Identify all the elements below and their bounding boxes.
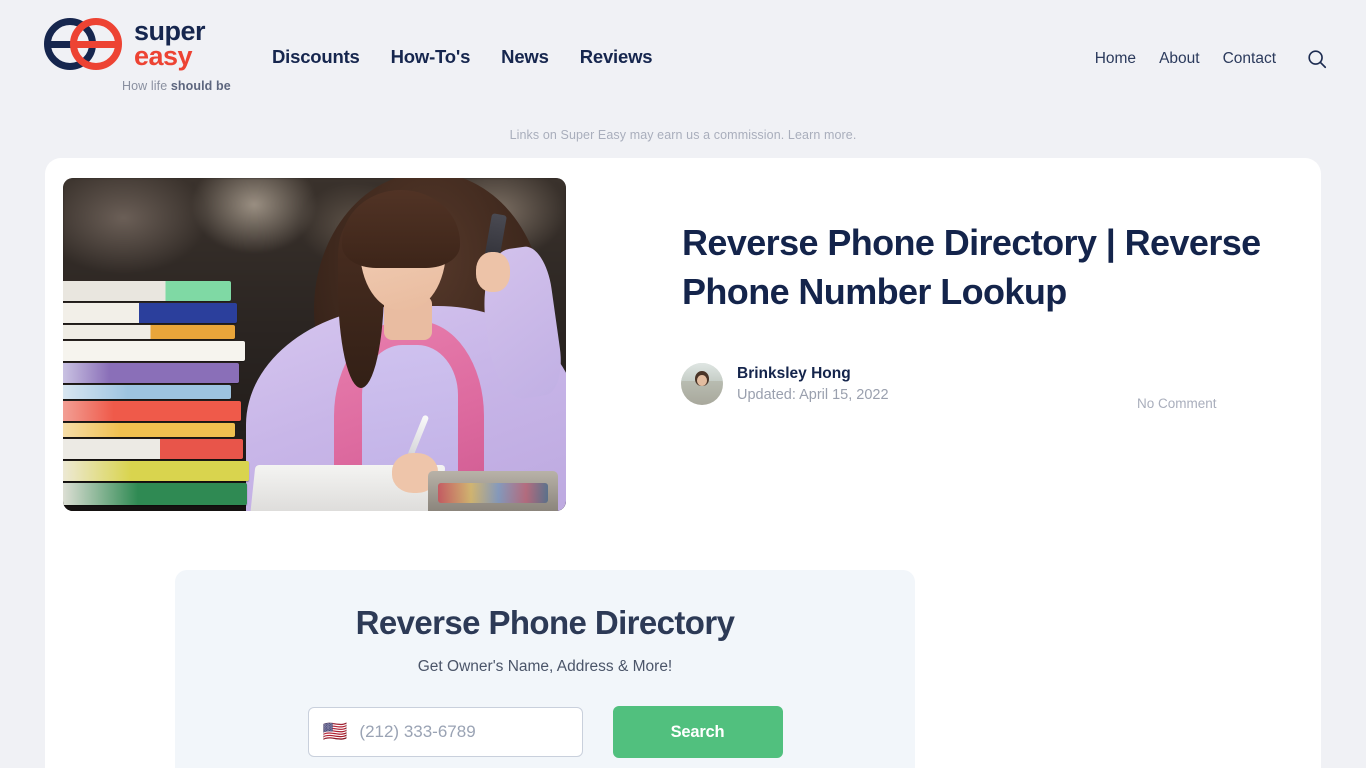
nav-item-reviews[interactable]: Reviews: [580, 46, 653, 68]
panel-subtitle: Get Owner's Name, Address & More!: [417, 658, 673, 675]
us-flag-icon: 🇺🇸: [322, 721, 348, 743]
superassy-logo-icon: [44, 18, 122, 70]
phone-input-wrapper[interactable]: 🇺🇸: [307, 707, 583, 757]
site-header: super easy How life should be Discounts …: [0, 0, 1366, 113]
author-name[interactable]: Brinksley Hong: [737, 365, 889, 383]
nav-item-discounts[interactable]: Discounts: [272, 46, 360, 68]
reverse-phone-search-panel: Reverse Phone Directory Get Owner's Name…: [175, 570, 915, 768]
nav-item-contact[interactable]: Contact: [1223, 50, 1276, 68]
phone-search-form: 🇺🇸 Search: [175, 706, 915, 758]
avatar[interactable]: [681, 363, 723, 405]
comment-count[interactable]: No Comment: [1137, 396, 1217, 411]
search-button[interactable]: Search: [612, 706, 783, 758]
phone-number-input[interactable]: [359, 722, 581, 742]
book-stack: [63, 279, 249, 505]
brand-row: super easy: [44, 18, 304, 70]
brand-tagline: How life should be: [122, 79, 304, 93]
nav-item-news[interactable]: News: [501, 46, 549, 68]
nav-item-home[interactable]: Home: [1095, 50, 1136, 68]
panel-title: Reverse Phone Directory: [355, 604, 735, 641]
logo-e-red-icon: [70, 18, 122, 70]
nav-item-about[interactable]: About: [1159, 50, 1200, 68]
tagline-bold: should be: [170, 79, 231, 93]
affiliate-disclaimer[interactable]: Links on Super Easy may earn us a commis…: [0, 128, 1366, 142]
brand-wordmark: super easy: [134, 18, 206, 71]
article-card: Reverse Phone Directory | Reverse Phone …: [45, 158, 1321, 768]
byline: Brinksley Hong Updated: April 15, 2022: [681, 363, 889, 405]
updated-date: Updated: April 15, 2022: [737, 387, 889, 403]
secondary-nav: Home About Contact: [1095, 48, 1328, 70]
page-root: super easy How life should be Discounts …: [0, 0, 1366, 768]
tagline-light: How life: [122, 79, 171, 93]
nav-item-how-tos[interactable]: How-To's: [391, 46, 471, 68]
byline-text: Brinksley Hong Updated: April 15, 2022: [737, 365, 889, 403]
hero-image: [63, 178, 566, 511]
brand-logo[interactable]: super easy How life should be: [44, 18, 304, 93]
primary-nav: Discounts How-To's News Reviews: [272, 46, 653, 68]
page-title: Reverse Phone Directory | Reverse Phone …: [682, 222, 1261, 313]
brand-word-easy: easy: [134, 41, 193, 71]
search-icon[interactable]: [1306, 48, 1328, 70]
